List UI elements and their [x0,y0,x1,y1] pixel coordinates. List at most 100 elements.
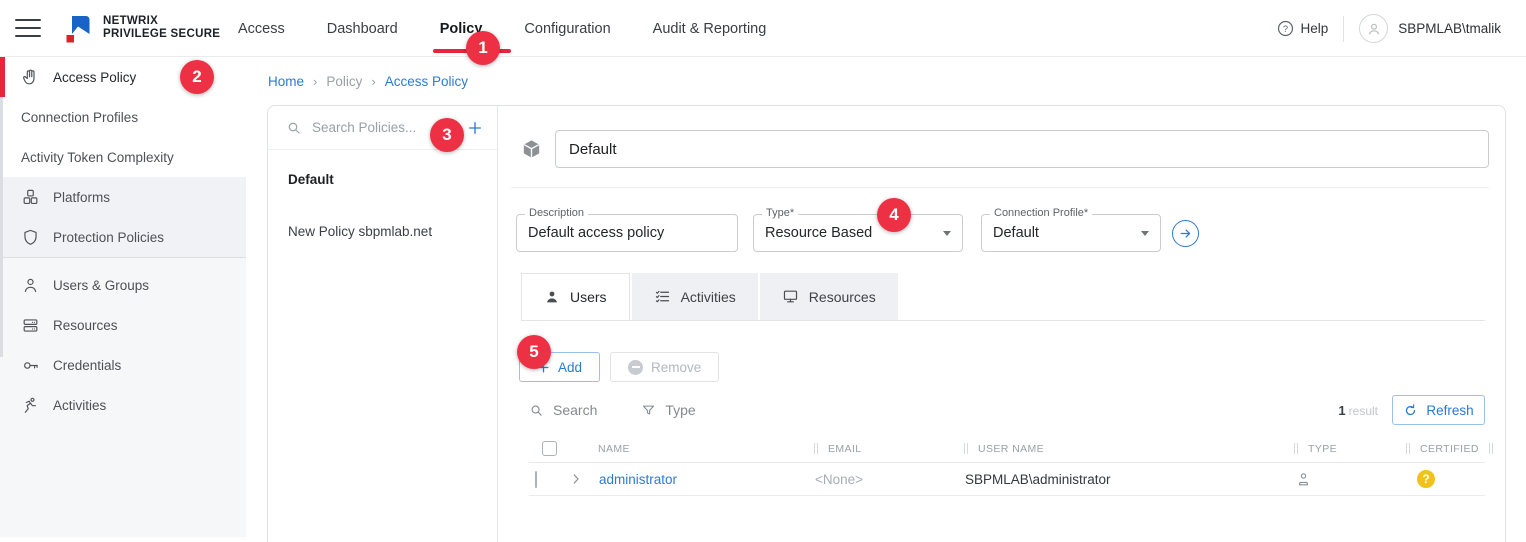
netwrix-logo-icon [63,13,94,44]
annotation-badge-3: 3 [430,118,464,152]
policy-fields-row: Description Default access policy Type* … [516,207,1505,252]
remove-user-button[interactable]: Remove [610,352,720,382]
nav-audit-reporting[interactable]: Audit & Reporting [653,0,767,57]
column-resize-handle[interactable] [1294,443,1298,454]
refresh-icon [1403,403,1418,418]
connection-profile-select[interactable]: Connection Profile* Default [981,207,1161,252]
users-table: NAME EMAIL USER NAME TYPE CERTIFIED admi… [529,435,1493,496]
user-tab-icon [544,289,560,305]
annotation-badge-4: 4 [877,198,911,232]
search-icon [529,403,544,418]
add-policy-button[interactable] [467,120,483,136]
top-nav: Access Dashboard Policy Configuration Au… [238,0,766,57]
column-header-email[interactable]: EMAIL [807,435,957,462]
column-header-user-name[interactable]: USER NAME [957,435,1287,462]
minus-circle-icon [628,359,644,375]
column-resize-handle[interactable] [964,443,968,454]
sidebar: Access Policy Connection Profiles Activi… [0,57,246,542]
sidebar-item-resources[interactable]: Resources [0,305,246,345]
user-email: <None> [815,471,864,487]
header-divider [1343,15,1345,42]
avatar [1359,14,1389,43]
sidebar-item-connection-profiles[interactable]: Connection Profiles [0,97,246,137]
breadcrumb-home[interactable]: Home [268,74,304,89]
row-checkbox[interactable] [535,470,537,488]
svg-text:?: ? [1283,24,1288,34]
shield-icon [21,228,40,247]
refresh-button[interactable]: Refresh [1392,395,1485,425]
sidebar-item-protection-policies[interactable]: Protection Policies [0,217,246,257]
nav-access[interactable]: Access [238,0,285,57]
column-resize-handle[interactable] [1488,443,1493,454]
brand[interactable]: NETWRIX PRIVILEGE SECURE [63,13,220,44]
policy-list-item-default[interactable]: Default [268,158,497,201]
key-icon [21,356,40,375]
table-type-filter[interactable]: Type [641,402,696,418]
runner-icon [21,396,40,415]
table-header: NAME EMAIL USER NAME TYPE CERTIFIED [529,435,1493,463]
user-menu[interactable]: SBPMLAB\tmalik [1359,14,1501,43]
detail-tabs: Users Activities Resources [521,273,1485,321]
tab-resources[interactable]: Resources [759,273,898,320]
divider [511,187,1489,188]
help-icon: ? [1277,20,1294,37]
table-search[interactable]: Search [529,402,597,418]
sidebar-item-activity-token-complexity[interactable]: Activity Token Complexity [0,137,246,177]
access-policy-card: Default New Policy sbpmlab.net [267,105,1506,542]
search-icon [286,120,302,136]
sidebar-item-users-groups[interactable]: Users & Groups [0,265,246,305]
user-name: SBPMLAB\tmalik [1398,21,1501,36]
certified-question-badge[interactable]: ? [1417,470,1435,488]
breadcrumb-policy[interactable]: Policy [326,74,362,89]
users-actions: Add Remove [519,352,1505,382]
column-header-certified[interactable]: CERTIFIED [1375,435,1495,462]
breadcrumb-access-policy[interactable]: Access Policy [385,74,468,89]
cubes-icon [21,188,40,207]
person-icon [21,276,40,295]
server-icon [21,316,40,335]
sidebar-scrollbar[interactable] [0,97,3,357]
header-right: ? Help SBPMLAB\tmalik [1277,0,1501,57]
select-all-checkbox[interactable] [542,441,557,456]
help-button[interactable]: ? Help [1277,20,1328,37]
description-field[interactable]: Description Default access policy [516,207,738,252]
policy-title-row [520,130,1489,168]
user-type-icon [1287,471,1375,488]
policy-list-panel: Default New Policy sbpmlab.net [268,106,498,542]
user-account-name: SBPMLAB\administrator [965,471,1111,487]
column-header-type[interactable]: TYPE [1287,435,1375,462]
sidebar-item-platforms[interactable]: Platforms [0,177,246,217]
annotation-badge-2: 2 [180,60,214,94]
nav-configuration[interactable]: Configuration [524,0,610,57]
sidebar-item-credentials[interactable]: Credentials [0,345,246,385]
brand-name: NETWRIX PRIVILEGE SECURE [103,14,221,41]
monitor-icon [782,288,799,305]
column-resize-handle[interactable] [1406,443,1410,454]
annotation-badge-1: 1 [466,31,500,65]
app-header: NETWRIX PRIVILEGE SECURE Access Dashboar… [0,0,1526,57]
nav-dashboard[interactable]: Dashboard [327,0,398,57]
column-header-name[interactable]: NAME [591,435,807,462]
policy-name-input[interactable] [555,130,1489,168]
hamburger-menu-icon[interactable] [15,19,41,37]
tab-activities[interactable]: Activities [631,273,758,320]
checklist-icon [654,288,671,305]
package-icon [520,138,543,161]
policy-detail-panel: Description Default access policy Type* … [498,106,1505,542]
hand-icon [21,68,40,87]
type-select[interactable]: Type* Resource Based [753,207,963,252]
go-to-connection-profile-button[interactable] [1172,219,1199,247]
sidebar-item-activities[interactable]: Activities [0,385,246,425]
expand-row-chevron-icon[interactable] [569,472,591,486]
table-toolbar: Search Type 1 result Refresh [529,395,1485,425]
table-row: administrator <None> SBPMLAB\administrat… [529,463,1485,496]
netwrix-privilege-secure-app: NETWRIX PRIVILEGE SECURE Access Dashboar… [0,0,1526,542]
breadcrumb-separator: › [313,74,318,89]
chevron-down-icon [943,230,951,236]
column-resize-handle[interactable] [814,443,818,454]
user-name-link[interactable]: administrator [591,472,807,487]
breadcrumb: Home › Policy › Access Policy [268,74,468,89]
tab-users[interactable]: Users [521,273,630,320]
policy-list-item-new-policy[interactable]: New Policy sbpmlab.net [268,210,497,253]
annotation-badge-5: 5 [517,335,551,369]
